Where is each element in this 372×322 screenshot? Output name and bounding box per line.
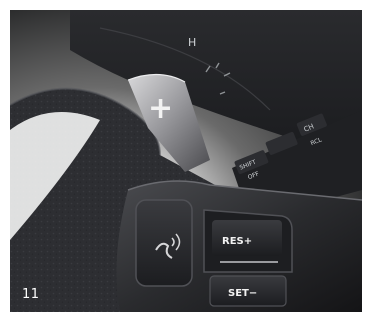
voice-command-button[interactable] <box>135 199 193 287</box>
resume-button-label: RES+ <box>222 236 252 247</box>
photo-illustration: H SHIFT OFF CH RCL + RES+ SET− <box>10 10 362 312</box>
figure-number: 11 <box>22 287 40 302</box>
set-button-label: SET− <box>228 288 257 299</box>
steering-wheel-photo: H SHIFT OFF CH RCL + RES+ SET− <box>10 10 362 312</box>
gauge-letter: H <box>188 36 196 49</box>
cruise-control-rocker[interactable]: RES+ SET− <box>203 209 293 307</box>
paddle-plus-label: + <box>148 91 173 126</box>
